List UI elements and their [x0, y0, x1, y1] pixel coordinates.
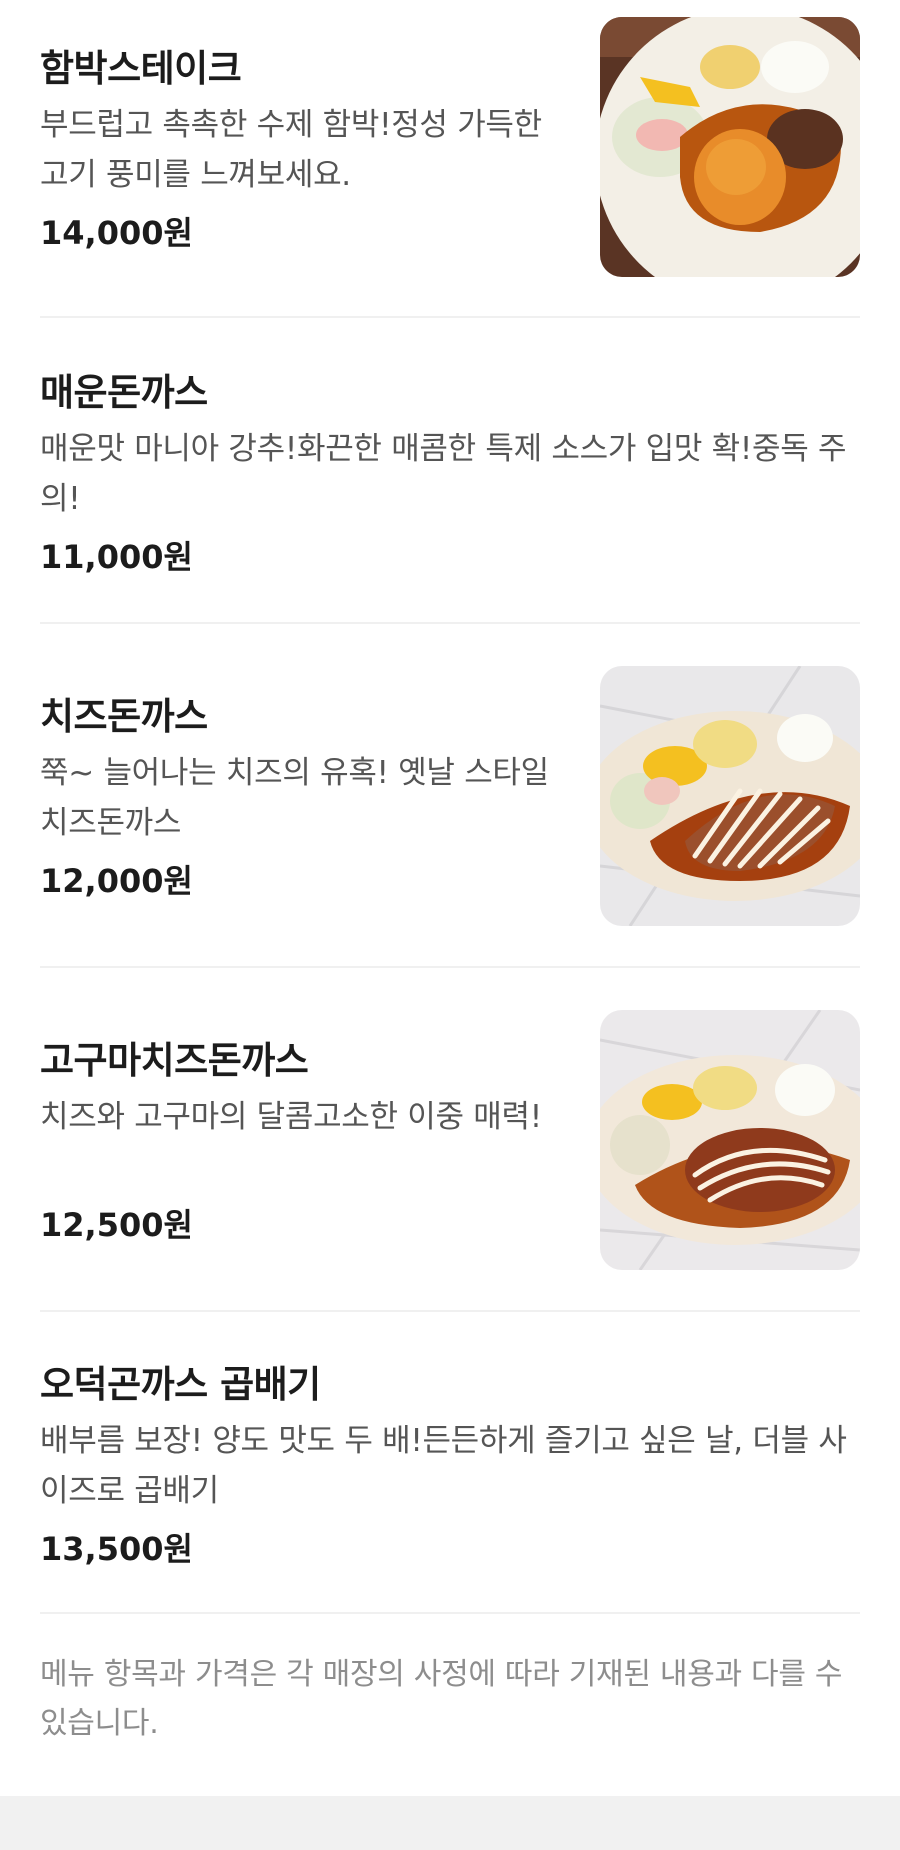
menu-item-sweet-potato-cheese-donkatsu[interactable]: 고구마치즈돈까스 치즈와 고구마의 달콤고소한 이중 매력! 12,500원: [40, 968, 860, 1312]
menu-item-price: 13,500원: [40, 1530, 193, 1568]
menu-item-description: 부드럽고 촉촉한 수제 함박!정성 가득한 고기 풍미를 느껴보세요.: [40, 107, 542, 193]
menu-item-name: 함박스테이크: [40, 47, 242, 90]
hamburg-steak-photo[interactable]: [600, 17, 860, 277]
sweet-potato-cheese-donkatsu-photo[interactable]: [600, 1010, 860, 1270]
menu-item-description: 배부름 보장! 양도 맛도 두 배!든든하게 즐기고 싶은 날, 더블 사이즈로…: [40, 1423, 847, 1509]
menu-item-description: 쭉~ 늘어나는 치즈의 유혹! 옛날 스타일 치즈돈까스: [40, 755, 549, 841]
menu-item-name: 고구마치즈돈까스: [40, 1039, 309, 1082]
menu-item-price: 12,000원: [40, 862, 193, 900]
cheese-donkatsu-photo[interactable]: [600, 666, 860, 926]
menu-item-name: 오덕곤까스 곱배기: [40, 1363, 321, 1406]
cheese-donkatsu-plate-icon: [600, 666, 860, 926]
menu-item-name: 매운돈까스: [40, 371, 208, 414]
sweet-potato-cheese-donkatsu-plate-icon: [600, 1010, 860, 1270]
menu-item-price: 14,000원: [40, 214, 193, 252]
menu-item-name: 치즈돈까스: [40, 695, 208, 738]
menu-item-price: 11,000원: [40, 538, 193, 576]
menu-price-notice: 메뉴 항목과 가격은 각 매장의 사정에 따라 기재된 내용과 다를 수 있습니…: [40, 1657, 843, 1741]
menu-item-hamburg-steak[interactable]: 함박스테이크 부드럽고 촉촉한 수제 함박!정성 가득한 고기 풍미를 느껴보세…: [40, 0, 860, 318]
menu-item-cheese-donkatsu[interactable]: 치즈돈까스 쭉~ 늘어나는 치즈의 유혹! 옛날 스타일 치즈돈까스 12,00…: [40, 624, 860, 968]
menu-item-oduk-gonkatsu-double[interactable]: 오덕곤까스 곱배기 배부름 보장! 양도 맛도 두 배!든든하게 즐기고 싶은 …: [40, 1312, 860, 1614]
menu-item-description: 매운맛 마니아 강추!화끈한 매콤한 특제 소스가 입맛 확!중독 주의!: [40, 431, 847, 517]
menu-item-spicy-donkatsu[interactable]: 매운돈까스 매운맛 마니아 강추!화끈한 매콤한 특제 소스가 입맛 확!중독 …: [40, 318, 860, 624]
menu-item-price: 12,500원: [40, 1206, 193, 1244]
bottom-divider-band: [0, 1796, 900, 1850]
menu-item-description: 치즈와 고구마의 달콤고소한 이중 매력!: [40, 1099, 542, 1135]
hamburg-steak-plate-icon: [600, 17, 860, 277]
